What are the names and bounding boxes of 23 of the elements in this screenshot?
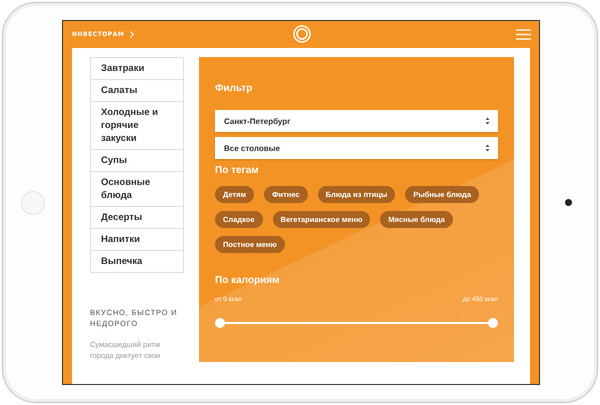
sidebar-item[interactable]: Выпечка (91, 250, 183, 272)
logo-icon[interactable] (293, 25, 311, 43)
sidebar-item[interactable]: Салаты (91, 79, 183, 101)
sort-arrows-icon (485, 144, 490, 152)
menu-icon[interactable] (516, 29, 531, 40)
sidebar-item[interactable]: Основные блюда (91, 171, 183, 206)
select-field[interactable]: Санкт-Петербург (215, 110, 498, 132)
calories-title: По калориям (215, 275, 280, 286)
camera-icon (565, 199, 572, 206)
filter-title: Фильтр (215, 83, 254, 94)
slider-handle[interactable] (215, 318, 225, 328)
slider-handle[interactable] (488, 318, 498, 328)
select-field[interactable]: Все столовые (215, 137, 498, 159)
sidebar-item[interactable]: Завтраки (91, 58, 183, 79)
sidebar-item[interactable]: Супы (91, 149, 183, 171)
sidebar-item[interactable]: Напитки (91, 228, 183, 250)
sidebar-item[interactable]: Десерты (91, 206, 183, 228)
sidebar-item[interactable]: Холодные и горячие закуски (91, 101, 183, 149)
tags-title: По тегам (215, 165, 260, 176)
range-slider[interactable] (215, 318, 498, 328)
home-button[interactable] (20, 190, 44, 214)
sort-arrows-icon (485, 117, 490, 125)
chevron-icon (130, 31, 134, 38)
